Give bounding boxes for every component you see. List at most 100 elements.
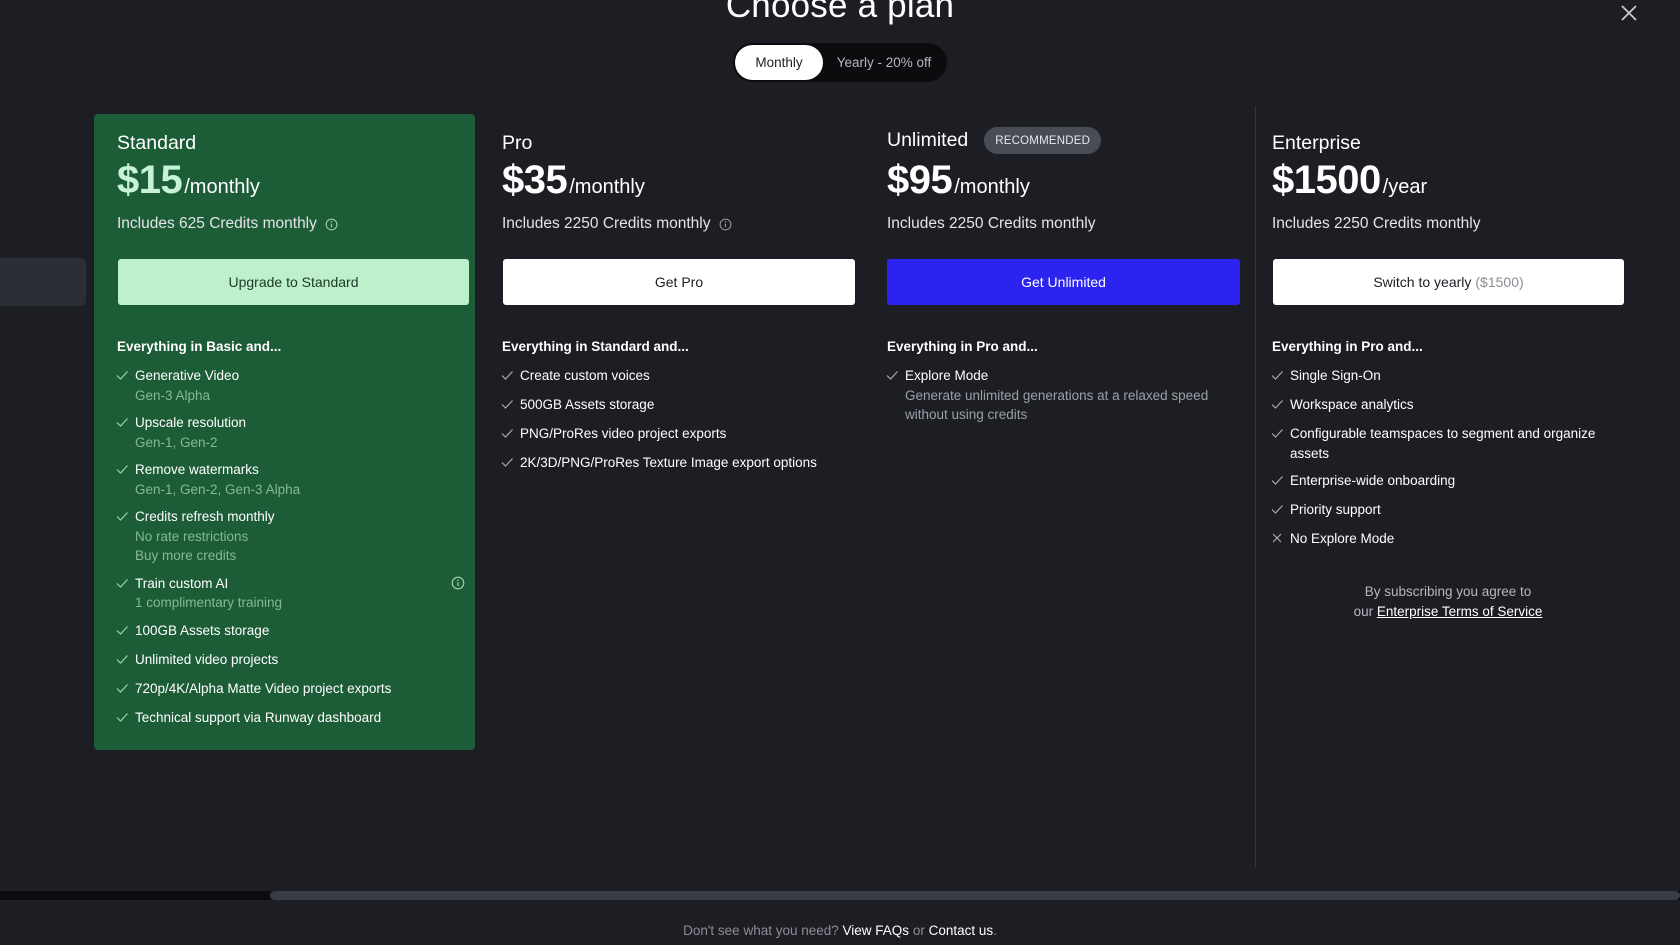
plan-name: Enterprise bbox=[1272, 132, 1361, 154]
feature-text: Technical support via Runway dashboard bbox=[135, 709, 382, 725]
price-amount: $35 bbox=[502, 158, 568, 202]
view-faqs-link[interactable]: View FAQs bbox=[843, 923, 910, 938]
check-icon bbox=[115, 413, 135, 434]
feature-text: Single Sign-On bbox=[1290, 368, 1381, 383]
contact-us-link[interactable]: Contact us bbox=[929, 923, 994, 938]
feature-detail: without using credits bbox=[905, 407, 1028, 422]
page-title: Choose a plan bbox=[725, 0, 955, 25]
close-button[interactable] bbox=[1616, 0, 1642, 26]
features-heading: Everything in Pro and... bbox=[1272, 339, 1423, 354]
check-icon bbox=[1270, 500, 1290, 521]
toggle-monthly[interactable]: Monthly bbox=[735, 45, 823, 80]
check-icon bbox=[500, 366, 520, 387]
feature-item: Upscale resolution Gen-1, Gen-2 bbox=[115, 413, 465, 452]
feature-text: Remove watermarks bbox=[135, 462, 259, 477]
billing-period-toggle[interactable]: Monthly Yearly - 20% off bbox=[733, 43, 947, 82]
feature-item: 100GB Assets storage bbox=[115, 621, 465, 642]
feature-item: Technical support via Runway dashboard bbox=[115, 708, 465, 729]
plan-price: $15 /monthly bbox=[117, 158, 260, 203]
credits-text: Includes 625 Credits monthly bbox=[117, 215, 317, 232]
plan-name: Unlimited bbox=[887, 129, 969, 151]
switch-to-yearly-button[interactable]: Switch to yearly ($1500) bbox=[1273, 259, 1624, 305]
feature-item: Credits refresh monthly No rate restricti… bbox=[115, 507, 465, 566]
feature-text: Credits refresh monthly bbox=[135, 509, 275, 524]
feature-item: PNG/ProRes video project exports bbox=[500, 424, 855, 445]
check-icon bbox=[1270, 366, 1290, 387]
button-price: ($1500) bbox=[1475, 274, 1524, 290]
check-icon bbox=[500, 424, 520, 445]
terms-prefix: our bbox=[1353, 603, 1374, 619]
feature-item: Train custom AI 1 complimentary training bbox=[115, 574, 465, 613]
feature-list: Create custom voices 500GB Assets storag… bbox=[500, 366, 855, 482]
feature-list: Explore Mode Generate unlimited generatio… bbox=[885, 366, 1240, 433]
feature-text-line: assets bbox=[1290, 445, 1330, 461]
feature-item-excluded: No Explore Mode bbox=[1270, 529, 1622, 550]
toggle-yearly[interactable]: Yearly - 20% off bbox=[823, 45, 945, 80]
check-icon bbox=[1270, 471, 1290, 492]
previous-plan-card-edge[interactable] bbox=[0, 258, 86, 306]
feature-text: 500GB Assets storage bbox=[520, 397, 655, 412]
info-icon[interactable] bbox=[719, 218, 732, 231]
feature-text: Explore Mode bbox=[905, 368, 989, 383]
info-icon[interactable] bbox=[451, 574, 465, 595]
credits-text: Includes 2250 Credits monthly bbox=[502, 215, 711, 232]
upgrade-to-standard-button[interactable]: Upgrade to Standard bbox=[118, 259, 469, 305]
features-heading: Everything in Basic and... bbox=[117, 339, 282, 354]
cross-icon bbox=[1270, 529, 1290, 550]
get-unlimited-button[interactable]: Get Unlimited bbox=[887, 259, 1240, 305]
feature-text: Configurable teamspaces to segment and o… bbox=[1290, 424, 1595, 463]
plan-credits: Includes 2250 Credits monthly bbox=[502, 215, 732, 233]
feature-item: 500GB Assets storage bbox=[500, 395, 855, 416]
plan-name: Pro bbox=[502, 132, 533, 154]
enterprise-terms-link[interactable]: Enterprise Terms of Service bbox=[1377, 604, 1543, 619]
feature-item: Priority support bbox=[1270, 500, 1622, 521]
feature-text: 720p/4K/Alpha Matte Video project export… bbox=[135, 680, 392, 696]
plan-name-row: Unlimited RECOMMENDED bbox=[887, 127, 1102, 154]
horizontal-scrollbar-thumb[interactable] bbox=[270, 891, 1680, 900]
feature-text: Workspace analytics bbox=[1290, 397, 1414, 412]
feature-detail: Gen-1, Gen-2 bbox=[135, 434, 218, 450]
feature-text: PNG/ProRes video project exports bbox=[520, 426, 727, 441]
recommended-badge: RECOMMENDED bbox=[984, 127, 1102, 154]
check-icon bbox=[115, 507, 135, 528]
feature-list: Generative Video Gen-3 Alpha Upscale reso… bbox=[115, 366, 465, 737]
check-icon bbox=[115, 679, 135, 700]
feature-item: 720p/4K/Alpha Matte Video project export… bbox=[115, 679, 465, 700]
feature-detail: No rate restrictions bbox=[135, 528, 249, 544]
check-icon bbox=[115, 708, 135, 729]
feature-item: Explore Mode Generate unlimited generatio… bbox=[885, 366, 1240, 425]
price-amount: $95 bbox=[887, 158, 953, 202]
check-icon bbox=[1270, 424, 1290, 445]
feature-text: Unlimited video projects bbox=[135, 651, 279, 667]
feature-text: Train custom AI bbox=[135, 575, 229, 591]
plan-price: $95 /monthly bbox=[887, 158, 1030, 203]
feature-item: Unlimited video projects bbox=[115, 650, 465, 671]
close-icon bbox=[1621, 5, 1637, 21]
feature-text: 2K/3D/PNG/ProRes Texture Image export op… bbox=[520, 455, 817, 470]
price-amount: $15 bbox=[117, 158, 183, 202]
check-icon bbox=[115, 366, 135, 387]
plan-credits: Includes 2250 Credits monthly bbox=[1272, 215, 1481, 232]
price-amount: $1500 bbox=[1272, 158, 1381, 202]
check-icon bbox=[500, 395, 520, 416]
feature-item: Workspace analytics bbox=[1270, 395, 1622, 416]
feature-detail: Gen-3 Alpha bbox=[135, 387, 211, 403]
get-pro-button[interactable]: Get Pro bbox=[503, 259, 855, 305]
feature-text: Upscale resolution bbox=[135, 415, 247, 430]
plan-card-standard: Standard $15 /monthly Includes 625 Credi… bbox=[94, 114, 475, 750]
feature-text: 100GB Assets storage bbox=[135, 622, 270, 638]
check-icon bbox=[500, 453, 520, 474]
feature-text: Priority support bbox=[1290, 502, 1381, 517]
price-period: /year bbox=[1382, 176, 1428, 198]
enterprise-terms: By subscribing you agree to our Enterpri… bbox=[1272, 582, 1624, 621]
check-icon bbox=[115, 621, 135, 642]
feature-text-line: Configurable teamspaces to segment and o… bbox=[1290, 426, 1596, 441]
feature-item: Enterprise-wide onboarding bbox=[1270, 471, 1622, 492]
feature-detail: Gen-1, Gen-2, Gen-3 Alpha bbox=[135, 481, 301, 497]
check-icon bbox=[115, 460, 135, 481]
info-icon[interactable] bbox=[325, 218, 338, 231]
check-icon bbox=[115, 574, 135, 595]
feature-text: No Explore Mode bbox=[1290, 531, 1395, 546]
features-heading: Everything in Standard and... bbox=[502, 339, 689, 354]
price-period: /monthly bbox=[184, 176, 260, 198]
